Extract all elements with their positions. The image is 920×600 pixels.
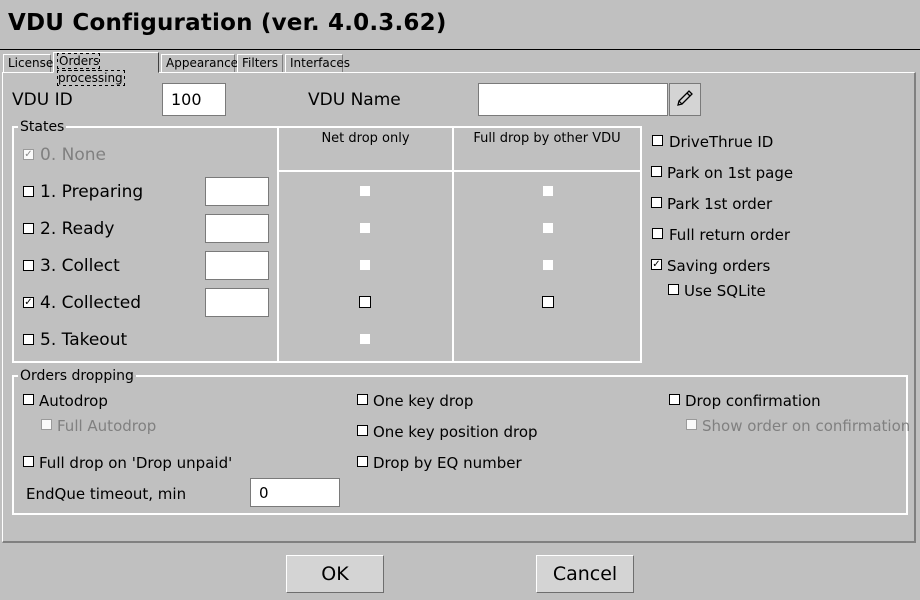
tab-appearance[interactable]: Appearance [161,54,239,72]
net-drop-header: Net drop only [321,131,410,146]
drop-by-eq-label: Drop by EQ number [373,454,522,472]
full-drop-header: Full drop by other VDU [473,131,621,146]
state-none-checkbox: ✓ [23,149,34,160]
state-collected-label: 4. Collected [40,293,142,313]
one-key-position-drop-checkbox[interactable] [357,425,368,436]
window-title: VDU Configuration (ver. 4.0.3.62) [8,10,447,36]
title-divider [0,49,920,50]
park-first-order-label: Park 1st order [667,195,773,213]
ok-button-label: OK [321,563,349,585]
ok-button[interactable]: OK [286,555,384,593]
autodrop-checkbox[interactable] [23,394,34,405]
state-collected-full-drop-checkbox[interactable] [542,296,554,308]
state-collect-net-drop-checkbox [360,260,370,270]
state-collect-full-drop-checkbox [543,260,553,270]
saving-orders-checkbox[interactable]: ✓ [651,259,662,270]
states-header-divider [277,170,642,172]
full-drop-unpaid-label: Full drop on 'Drop unpaid' [39,454,233,472]
tab-license-label: License [8,56,54,70]
full-return-order-label: Full return order [669,226,791,244]
full-autodrop-checkbox [41,419,52,430]
state-ready-color-field[interactable] [205,214,269,243]
states-groupbox [12,126,642,363]
state-collect-label: 3. Collect [40,256,120,276]
states-divider-1 [277,126,279,363]
one-key-position-drop-label: One key position drop [373,423,538,441]
edit-name-button[interactable] [669,83,701,116]
tab-orders-processing-label: Orders processing [57,53,125,86]
one-key-drop-label: One key drop [373,392,474,410]
drivethru-id-label: DriveThrue ID [669,133,774,151]
drop-confirmation-label: Drop confirmation [685,392,821,410]
state-collected-checkbox[interactable]: ✓ [23,297,34,308]
vdu-id-label: VDU ID [12,90,73,110]
endque-timeout-input[interactable]: 0 [250,478,340,507]
full-drop-unpaid-checkbox[interactable] [23,456,34,467]
state-ready-full-drop-checkbox [543,223,553,233]
state-none-label: 0. None [40,145,106,165]
drop-confirmation-checkbox[interactable] [669,394,680,405]
state-preparing-net-drop-checkbox [360,186,370,196]
orders-dropping-group-label: Orders dropping [18,368,136,384]
state-ready-net-drop-checkbox [360,223,370,233]
state-preparing-color-field[interactable] [205,177,269,206]
endque-timeout-value: 0 [259,483,269,502]
state-takeout-checkbox[interactable] [23,334,34,345]
check-icon: ✓ [24,148,33,160]
tab-appearance-label: Appearance [166,56,239,70]
full-return-order-checkbox[interactable] [652,228,663,239]
vdu-id-input[interactable]: 100 [162,83,226,116]
tab-interfaces[interactable]: Interfaces [285,54,350,72]
saving-orders-label: Saving orders [667,257,771,275]
show-order-confirmation-checkbox [686,419,697,430]
one-key-drop-checkbox[interactable] [357,394,368,405]
vdu-name-input[interactable] [478,83,668,116]
show-order-confirmation-label: Show order on confirmation [702,417,911,435]
states-group-label: States [18,119,67,135]
tab-orders-processing[interactable]: Orders processing [53,52,159,86]
state-preparing-full-drop-checkbox [543,186,553,196]
park-first-page-checkbox[interactable] [651,166,662,177]
state-collect-color-field[interactable] [205,251,269,280]
state-preparing-checkbox[interactable] [23,186,34,197]
state-collected-color-field[interactable] [205,288,269,317]
check-icon: ✓ [652,258,661,270]
cancel-button-label: Cancel [552,563,618,585]
state-preparing-label: 1. Preparing [40,182,144,202]
full-autodrop-label: Full Autodrop [57,417,157,435]
state-collect-checkbox[interactable] [23,260,34,271]
tab-interfaces-label: Interfaces [290,56,350,70]
pencil-icon [674,87,696,113]
state-ready-checkbox[interactable] [23,223,34,234]
tab-filters[interactable]: Filters [237,54,283,72]
state-takeout-label: 5. Takeout [40,330,128,350]
cancel-button[interactable]: Cancel [536,555,634,593]
park-first-page-label: Park on 1st page [667,164,794,182]
use-sqlite-label: Use SQLite [684,282,766,300]
state-collected-net-drop-checkbox[interactable] [359,296,371,308]
tab-filters-label: Filters [242,56,278,70]
state-takeout-net-drop-checkbox [360,334,370,344]
drop-by-eq-checkbox[interactable] [357,456,368,467]
tab-license[interactable]: License [3,54,54,72]
drivethru-id-checkbox[interactable] [652,135,663,146]
use-sqlite-checkbox[interactable] [668,284,679,295]
vdu-id-value: 100 [171,90,202,109]
state-ready-label: 2. Ready [40,219,115,239]
park-first-order-checkbox[interactable] [651,197,662,208]
autodrop-label: Autodrop [39,392,108,410]
vdu-name-label: VDU Name [308,90,401,110]
states-divider-2 [452,126,454,363]
endque-timeout-label: EndQue timeout, min [26,485,187,503]
check-icon: ✓ [24,296,33,308]
